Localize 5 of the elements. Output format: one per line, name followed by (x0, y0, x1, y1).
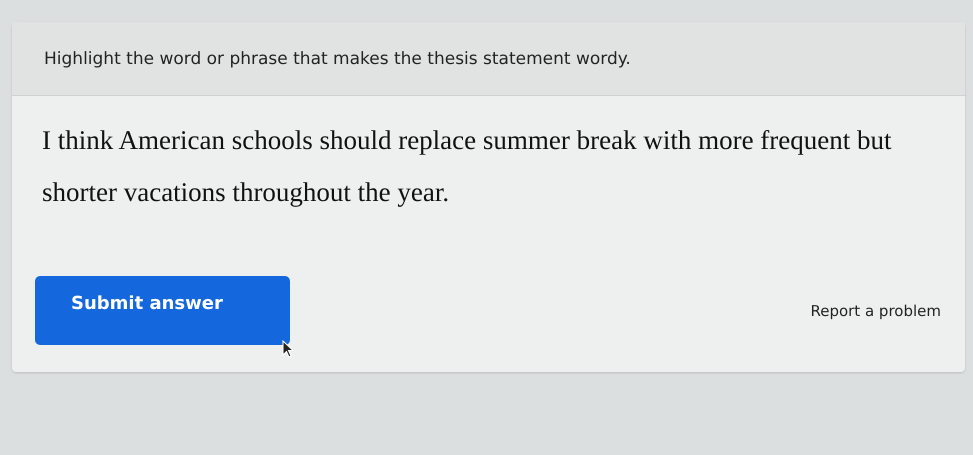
pointer-icon (282, 340, 294, 358)
question-prompt: Highlight the word or phrase that makes the thesis statement wordy. (44, 48, 631, 68)
report-link[interactable]: Report a problem (810, 302, 941, 320)
thesis-sentence[interactable]: I think American schools should replace summer break with more frequent but shorter vacations throughout the year. (42, 114, 941, 218)
submit-button[interactable]: Submit answer (35, 276, 290, 345)
